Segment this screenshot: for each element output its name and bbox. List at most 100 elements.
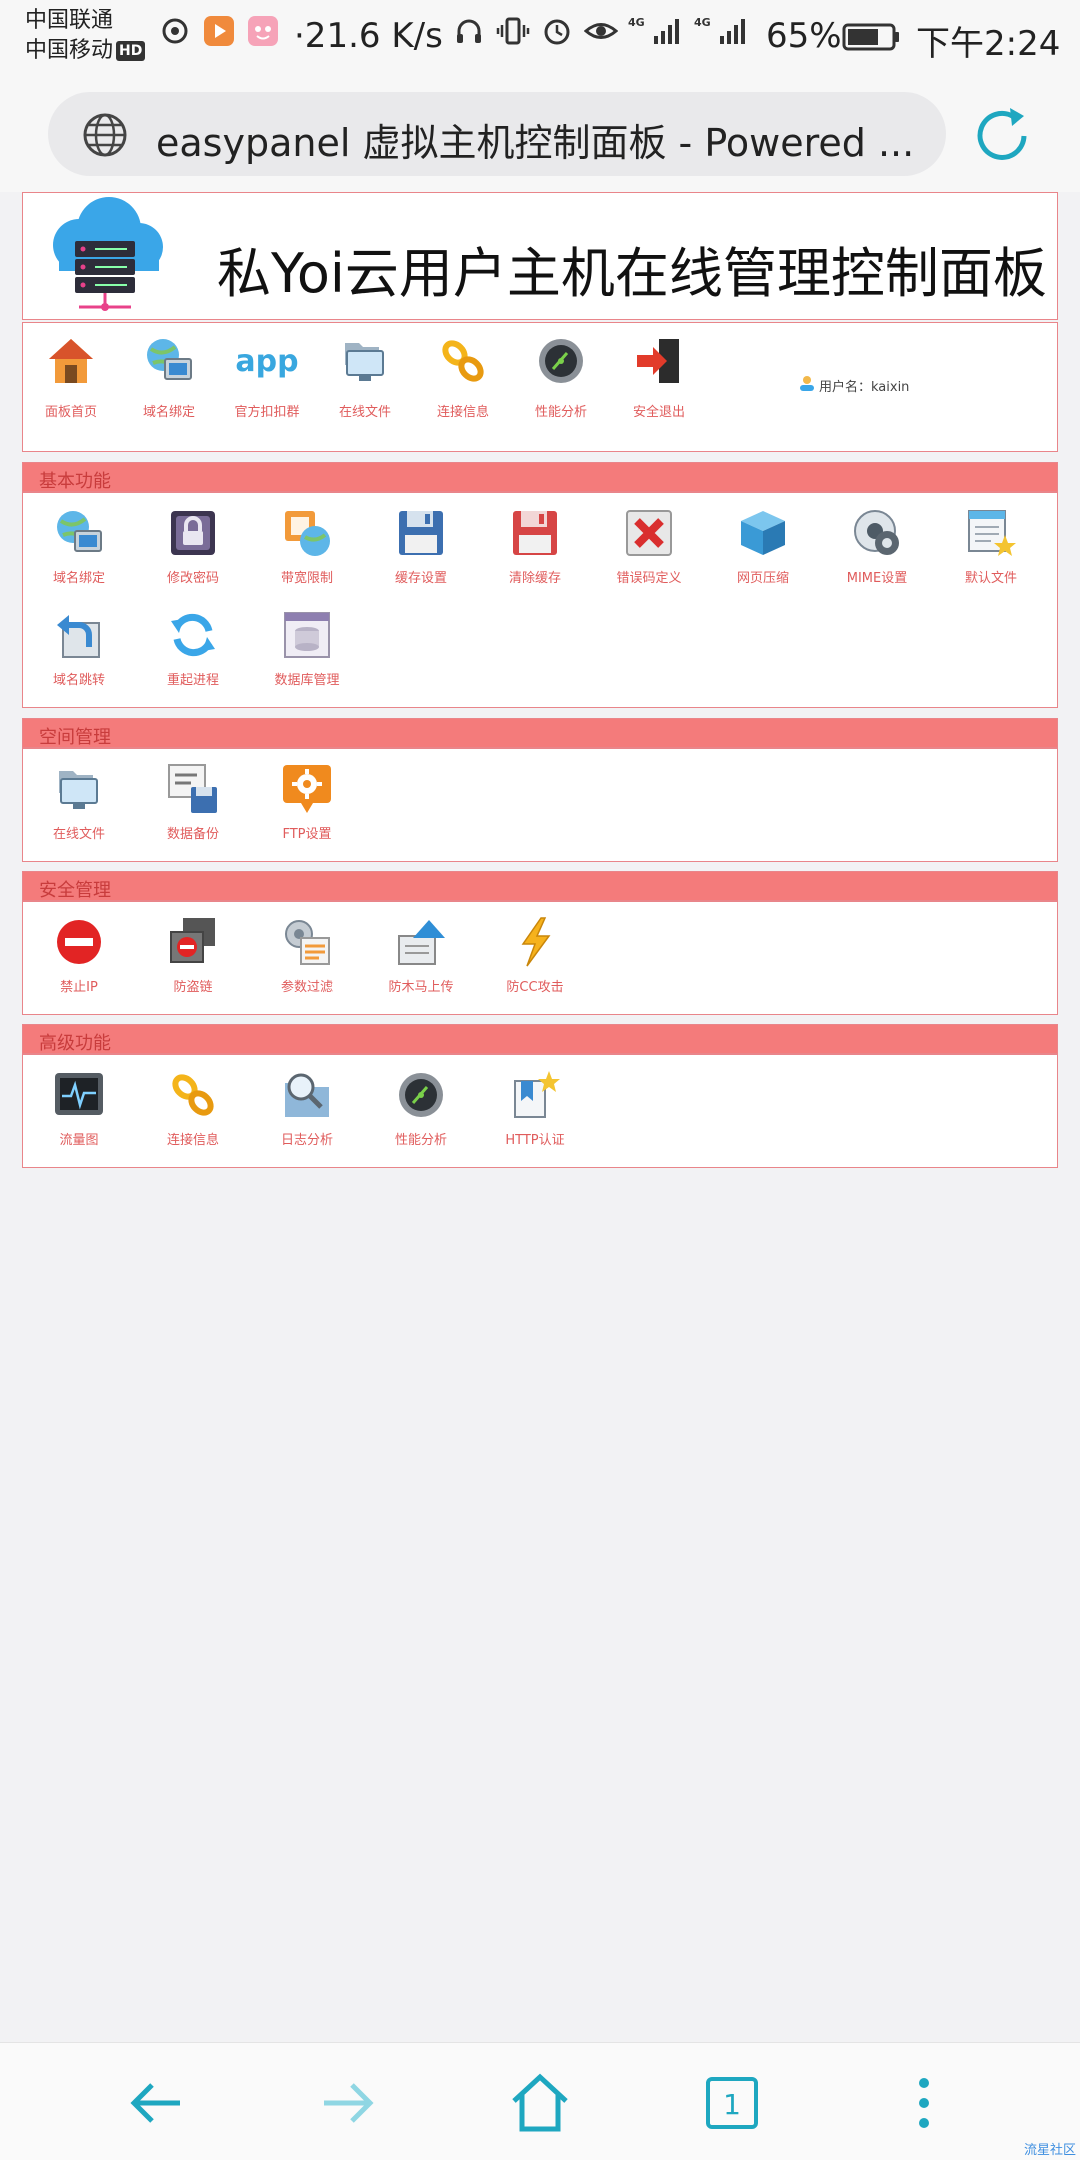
- nav-domain-binding[interactable]: 域名绑定: [123, 335, 215, 420]
- status-bar: 中国联通 中国移动 HD ·21.6 K/s 4G 4G 65% 下午2:24: [0, 0, 1080, 80]
- item-data-backup[interactable]: 数据备份: [137, 763, 249, 842]
- item-online-files[interactable]: 在线文件: [23, 763, 135, 842]
- item-log-analysis[interactable]: 日志分析: [251, 1069, 363, 1148]
- back-button[interactable]: [124, 2073, 188, 2137]
- floppy-disk-icon: [395, 507, 447, 559]
- gear-disc-icon: [851, 507, 903, 559]
- item-anti-cc-attack[interactable]: 防CC攻击: [479, 916, 591, 995]
- tab-count-icon: 1: [704, 2075, 760, 2135]
- item-label: HTTP认证: [505, 1133, 565, 1148]
- net-label-2: 4G: [694, 16, 711, 29]
- forward-button[interactable]: [316, 2073, 380, 2137]
- upload-arrow-icon: [395, 916, 447, 968]
- item-mime-settings[interactable]: MIME设置: [821, 507, 933, 586]
- pulse-monitor-icon: [53, 1069, 105, 1121]
- menu-button[interactable]: [892, 2073, 956, 2137]
- nav-home[interactable]: 面板首页: [25, 335, 117, 420]
- item-label: 日志分析: [280, 1133, 333, 1148]
- chain-link-icon: [437, 340, 489, 391]
- headphones-icon: [452, 14, 486, 48]
- gauge-icon: [535, 339, 587, 391]
- nav-online-files[interactable]: 在线文件: [319, 335, 411, 420]
- section-space-body: 在线文件 数据备份 FTP设置: [22, 748, 1058, 862]
- item-error-code[interactable]: 错误码定义: [593, 507, 705, 586]
- nav-label: 安全退出: [632, 405, 685, 420]
- item-label: 缓存设置: [394, 571, 447, 586]
- nav-qq-group[interactable]: app 官方扣扣群: [221, 335, 313, 420]
- refresh-icon[interactable]: [968, 102, 1036, 174]
- item-traffic-graph[interactable]: 流量图: [23, 1069, 135, 1148]
- item-label: 清除缓存: [508, 571, 561, 586]
- item-label: 数据库管理: [274, 673, 340, 688]
- item-anti-hotlink[interactable]: 防盗链: [137, 916, 249, 995]
- item-label: 带宽限制: [280, 571, 333, 586]
- item-label: 默认文件: [964, 571, 1017, 586]
- tab-count: 1: [723, 2088, 741, 2121]
- database-icon: [281, 609, 333, 661]
- item-performance-analysis[interactable]: 性能分析: [365, 1069, 477, 1148]
- nav-performance[interactable]: 性能分析: [515, 335, 607, 420]
- item-label: MIME设置: [846, 571, 908, 586]
- bookmark-star-icon: [509, 1069, 561, 1121]
- section-advanced-header: 高级功能: [22, 1024, 1058, 1054]
- item-default-file[interactable]: 默认文件: [935, 507, 1047, 586]
- nav-label: 域名绑定: [142, 405, 195, 420]
- item-clear-cache[interactable]: 清除缓存: [479, 507, 591, 586]
- item-web-compression[interactable]: 网页压缩: [707, 507, 819, 586]
- nav-connection-info[interactable]: 连接信息: [417, 335, 509, 420]
- item-restart-process[interactable]: 重起进程: [137, 609, 249, 688]
- url-field[interactable]: easypanel 虚拟主机控制面板 - Powered ...: [48, 92, 946, 176]
- item-connection-info[interactable]: 连接信息: [137, 1069, 249, 1148]
- section-title: 高级功能: [39, 1033, 111, 1054]
- signal-4g-icon: 4G: [628, 14, 684, 48]
- net-label-1: 4G: [628, 16, 645, 29]
- section-advanced-body: 流量图 连接信息 日志分析 性能分析 HTTP认证: [22, 1054, 1058, 1168]
- nav-label: 官方扣扣群: [234, 405, 300, 420]
- item-cache-settings[interactable]: 缓存设置: [365, 507, 477, 586]
- alarm-icon: [540, 14, 574, 48]
- item-label: 防盗链: [173, 980, 213, 995]
- address-bar: easypanel 虚拟主机控制面板 - Powered ...: [0, 80, 1080, 192]
- image-block-icon: [167, 916, 219, 968]
- home-button[interactable]: [508, 2073, 572, 2137]
- item-label: 防木马上传: [388, 980, 454, 995]
- nav-label: 连接信息: [436, 405, 489, 420]
- item-domain-redirect[interactable]: 域名跳转: [23, 609, 135, 688]
- panel-title: 私Yoi云用户主机在线管理控制面板: [217, 242, 1047, 305]
- gauge-icon: [395, 1069, 447, 1121]
- nav-logout[interactable]: 安全退出: [613, 335, 705, 420]
- refresh-arrows-icon: [167, 609, 219, 661]
- item-http-auth[interactable]: HTTP认证: [479, 1069, 591, 1148]
- app-logo-icon: app: [235, 344, 298, 379]
- cloud-server-logo: [39, 197, 169, 321]
- nav-label: 在线文件: [338, 405, 391, 420]
- item-ftp-settings[interactable]: FTP设置: [251, 763, 363, 842]
- hd-badge: HD: [116, 41, 146, 61]
- item-block-ip[interactable]: 禁止IP: [23, 916, 135, 995]
- item-label: FTP设置: [282, 827, 332, 842]
- gear-bubble-icon: [281, 763, 333, 815]
- item-bandwidth-limit[interactable]: 带宽限制: [251, 507, 363, 586]
- item-label: 防CC攻击: [506, 980, 564, 995]
- exit-door-icon: [633, 339, 685, 391]
- section-title: 空间管理: [39, 727, 111, 748]
- home-icon: [45, 339, 97, 391]
- watermark: 流星社区: [1023, 2143, 1076, 2158]
- floppy-disk-red-icon: [509, 507, 561, 559]
- item-anti-trojan-upload[interactable]: 防木马上传: [365, 916, 477, 995]
- carrier-info: 中国联通 中国移动 HD: [25, 6, 146, 66]
- folder-monitor-icon: [53, 763, 105, 815]
- signal-4g-icon-2: 4G: [694, 14, 750, 48]
- item-database-management[interactable]: 数据库管理: [251, 609, 363, 688]
- tabs-button[interactable]: 1: [700, 2073, 764, 2137]
- item-parameter-filter[interactable]: 参数过滤: [251, 916, 363, 995]
- browser-toolbar: 1 流星社区: [0, 2042, 1080, 2160]
- globe-icon: [82, 112, 128, 162]
- page-content: 私Yoi云用户主机在线管理控制面板 面板首页 域名绑定 app 官方扣扣群 在线…: [0, 192, 1080, 2042]
- item-domain-binding[interactable]: 域名绑定: [23, 507, 135, 586]
- item-label: 性能分析: [394, 1133, 447, 1148]
- item-label: 连接信息: [166, 1133, 219, 1148]
- globe-monitor-icon: [53, 507, 105, 559]
- item-change-password[interactable]: 修改密码: [137, 507, 249, 586]
- document-star-icon: [965, 507, 1017, 559]
